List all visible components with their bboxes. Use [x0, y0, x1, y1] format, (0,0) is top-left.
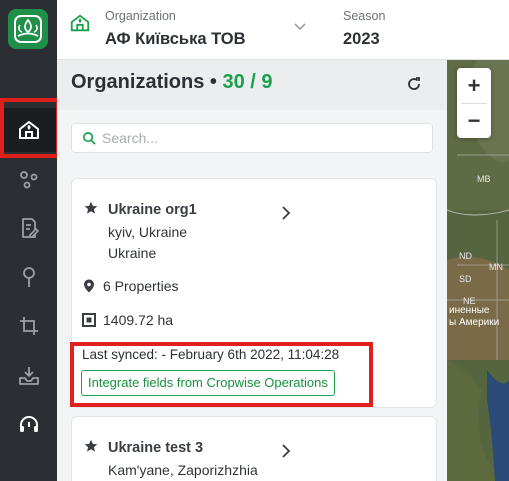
highlight-sync-area [70, 342, 373, 407]
nav-location[interactable] [0, 255, 57, 299]
dots-icon [19, 171, 37, 189]
panel-header: Organizations • 30 / 9 [57, 60, 447, 110]
chevron-right-icon[interactable] [280, 444, 292, 458]
nav-notes[interactable] [0, 206, 57, 250]
chevron-right-icon[interactable] [280, 206, 292, 220]
field-logo-icon [14, 15, 42, 43]
search-input[interactable] [102, 128, 422, 148]
organization-count: 30 / 9 [222, 71, 273, 93]
map-label-sd: SD [459, 274, 472, 284]
zoom-out-button[interactable]: − [457, 103, 491, 138]
app-logo[interactable] [8, 9, 48, 49]
area-frame-icon [82, 313, 96, 327]
zoom-control: + − [457, 68, 491, 138]
properties-count: 6 Properties [103, 278, 179, 294]
highlight-sidebar [0, 98, 60, 158]
organization-name: Ukraine org1 [108, 202, 197, 218]
map-label-america: ы Америки [449, 317, 500, 328]
map-label-united: иненные [449, 305, 490, 316]
top-bar: Organization АФ Київська ТОВ Season 2023 [57, 0, 509, 60]
search-icon [83, 132, 96, 145]
crop-frame-icon [19, 317, 38, 335]
organization-selector[interactable]: АФ Київська ТОВ [105, 30, 246, 49]
refresh-button[interactable] [403, 73, 425, 95]
organizations-panel: Organizations • 30 / 9 Ukraine org1 kyiv… [57, 60, 447, 481]
organization-caption: Organization [105, 9, 176, 23]
chevron-down-icon[interactable] [293, 20, 307, 34]
title-separator: • [209, 71, 217, 93]
sidebar [0, 0, 60, 481]
note-edit-icon [21, 218, 39, 238]
panel-title-text: Organizations [71, 71, 205, 93]
area-value: 1409.72 ha [103, 312, 174, 328]
headset-icon [19, 416, 38, 432]
map-view[interactable]: + − MB ND MN SD NE иненные ы Америки [447, 60, 509, 481]
house-icon [70, 14, 90, 32]
nav-import[interactable] [0, 354, 57, 398]
organization-card[interactable]: Ukraine test 3 Kam'yane, Zaporizhzhia [71, 416, 437, 481]
season-caption: Season [343, 9, 386, 23]
organization-city: kyiv, Ukraine [108, 224, 188, 240]
page-title: Organizations • 30 / 9 [71, 71, 273, 94]
search-box [71, 123, 433, 153]
organization-name: Ukraine test 3 [108, 440, 204, 456]
nav-support[interactable] [0, 403, 57, 447]
map-label-mn: MN [489, 262, 503, 272]
pin-icon [22, 267, 35, 287]
inbox-tray-icon [18, 367, 39, 385]
star-icon[interactable] [84, 439, 98, 453]
nav-crop[interactable] [0, 304, 57, 348]
map-label-nd: ND [459, 251, 472, 261]
zoom-in-button[interactable]: + [457, 68, 491, 103]
location-pin-icon [84, 279, 94, 293]
organization-country: Ukraine [108, 245, 157, 261]
nav-assets[interactable] [0, 158, 57, 202]
map-label-mb: MB [477, 174, 491, 184]
star-icon[interactable] [84, 201, 98, 215]
organization-city: Kam'yane, Zaporizhzhia [108, 462, 258, 478]
season-selector[interactable]: 2023 [343, 30, 380, 49]
refresh-icon [408, 77, 420, 90]
